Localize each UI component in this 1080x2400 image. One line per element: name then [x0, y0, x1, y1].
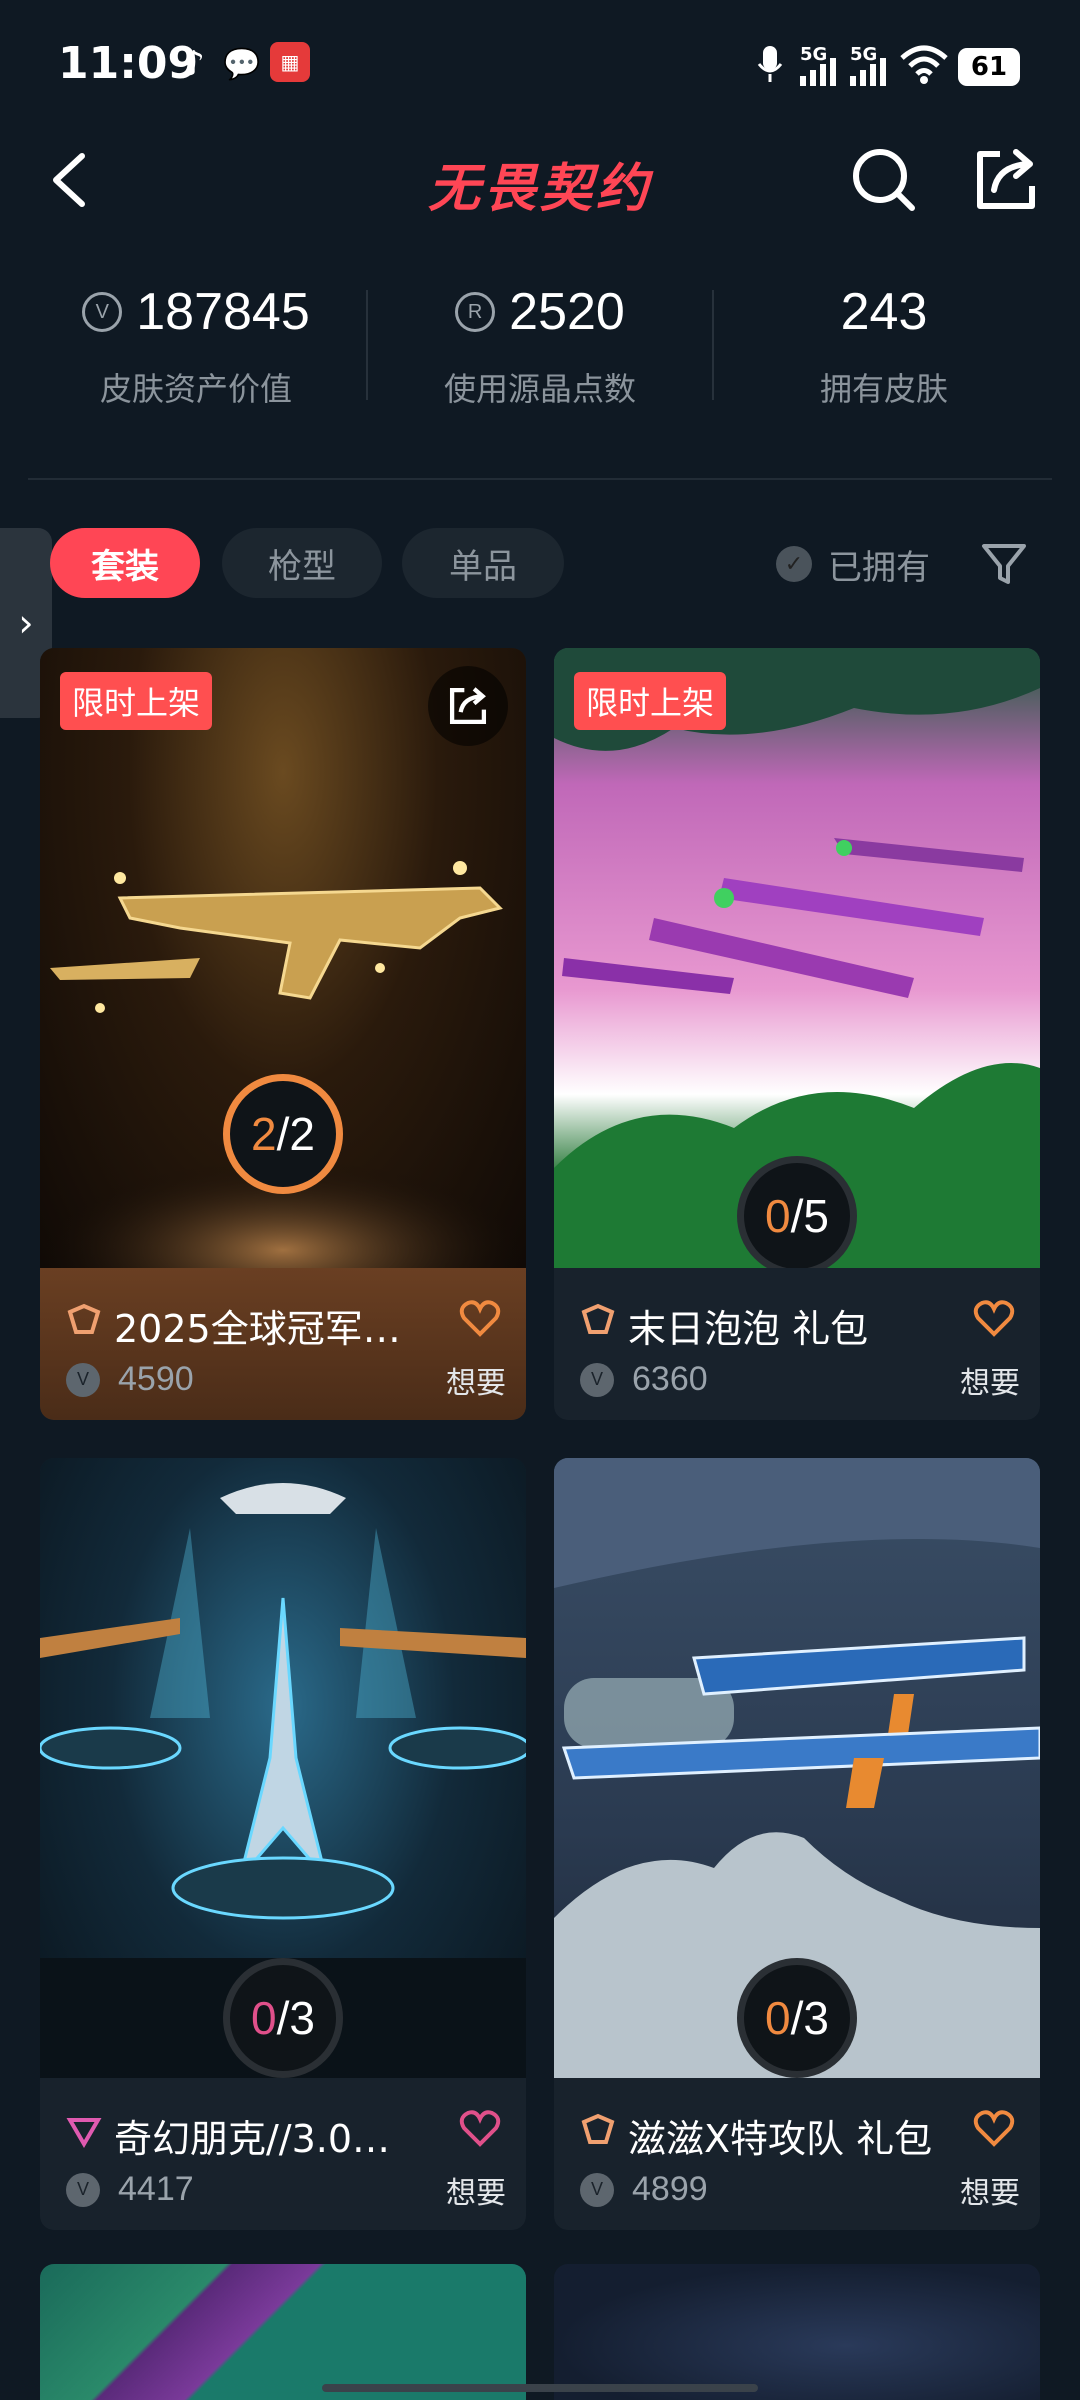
- owned-count: 0: [765, 1992, 791, 2044]
- vp-coin-icon: V: [580, 1362, 614, 1397]
- card-info: 滋滋X特攻队 礼包 V 4899 想要: [554, 2078, 1040, 2230]
- bundle-card[interactable]: 限时上架 0/5 末日泡泡 礼包 V 6360 想要: [554, 648, 1040, 1420]
- share-icon: [449, 687, 487, 725]
- bundle-card-partial[interactable]: [40, 2264, 526, 2400]
- signal-strength-icon-2: [850, 58, 886, 86]
- owned-count: 2: [251, 1108, 277, 1160]
- bundle-price: 4590: [118, 1360, 194, 1398]
- limited-time-tag: 限时上架: [60, 672, 213, 730]
- stat-asset-value: V 187845 皮肤资产价值: [26, 282, 366, 410]
- search-icon: [853, 149, 915, 211]
- tiktok-icon: ♪: [183, 44, 205, 84]
- stat-owned-skins: 243 拥有皮肤: [714, 282, 1054, 410]
- collection-progress: 0/5: [737, 1156, 857, 1268]
- want-label[interactable]: 想要: [446, 2168, 506, 2212]
- vp-coin-icon: V: [66, 1362, 100, 1397]
- bundle-name: 滋滋X特攻队 礼包: [628, 2117, 933, 2161]
- collection-count: 0/5: [765, 1190, 829, 1242]
- wifi-icon: [900, 44, 948, 88]
- tier-icon: [66, 2118, 102, 2148]
- stat-label: 皮肤资产价值: [99, 370, 292, 408]
- heart-icon[interactable]: [972, 1296, 1016, 1340]
- stat-value: 187845: [136, 283, 310, 341]
- vp-coin-icon: V: [580, 2172, 614, 2207]
- tier-icon: [581, 2113, 615, 2144]
- card-info: 2025全球冠军… V 4590 想要: [40, 1268, 526, 1420]
- wechat-icon: 💬: [223, 46, 261, 82]
- stat-value: 243: [840, 283, 928, 341]
- share-button[interactable]: [970, 144, 1042, 216]
- app-notification-icon: ▦: [270, 42, 310, 82]
- want-label[interactable]: 想要: [446, 1358, 506, 1402]
- stat-label: 拥有皮肤: [819, 370, 948, 408]
- signal-strength-icon: [800, 58, 836, 86]
- want-label[interactable]: 想要: [960, 2168, 1020, 2212]
- owned-toggle[interactable]: ✓ 已拥有: [776, 532, 930, 596]
- bundle-card[interactable]: 0/3 奇幻朋克//3.0… V 4417 想要: [40, 1458, 526, 2230]
- heart-icon[interactable]: [458, 2106, 502, 2150]
- bundle-image: 限时上架 0/5: [554, 648, 1040, 1268]
- bundle-name: 2025全球冠军…: [114, 1307, 401, 1351]
- bundle-image: 0/3: [554, 1458, 1040, 2078]
- chevron-right-icon: ›: [18, 601, 34, 645]
- owned-count: 0: [251, 1992, 277, 2044]
- heart-icon[interactable]: [972, 2106, 1016, 2150]
- limited-time-tag: 限时上架: [574, 672, 727, 730]
- home-indicator[interactable]: [322, 2384, 758, 2392]
- price-row: V 6360: [580, 1360, 708, 1399]
- card-share-button[interactable]: [428, 666, 508, 746]
- collection-progress: 2/2: [223, 1074, 343, 1194]
- total-count: 2: [289, 1108, 315, 1160]
- bundle-name: 奇幻朋克//3.0…: [114, 2117, 391, 2161]
- price-row: V 4899: [580, 2170, 708, 2209]
- battery-indicator: 61: [958, 48, 1020, 86]
- bundle-card[interactable]: 0/3 滋滋X特攻队 礼包 V 4899 想要: [554, 1458, 1040, 2230]
- collection-progress: 0/3: [737, 1958, 857, 2078]
- total-count: 5: [803, 1190, 829, 1242]
- tab-sets[interactable]: 套装: [50, 528, 200, 598]
- collection-count: 0/3: [765, 1992, 829, 2044]
- status-bar: 11:09 ♪ 💬 ▦ 5G 5G 61: [0, 0, 1080, 130]
- share-icon: [977, 149, 1035, 209]
- owned-count: 0: [765, 1190, 791, 1242]
- collection-count: 2/2: [251, 1108, 315, 1160]
- stat-radianite: R 2520 使用源晶点数: [370, 282, 710, 410]
- vp-coin-icon: V: [82, 292, 123, 332]
- total-count: 3: [803, 1992, 829, 2044]
- filter-button[interactable]: [976, 532, 1032, 596]
- total-count: 3: [289, 1992, 315, 2044]
- radianite-coin-icon: R: [455, 292, 496, 332]
- vp-coin-icon: V: [66, 2172, 100, 2207]
- tab-single-items[interactable]: 单品: [402, 528, 564, 598]
- bundle-image: 限时上架 2/2: [40, 648, 526, 1268]
- divider: [366, 290, 368, 400]
- bundle-card-partial[interactable]: [554, 2264, 1040, 2400]
- heart-icon[interactable]: [458, 1296, 502, 1340]
- tier-icon: [67, 1303, 101, 1334]
- bundle-name: 末日泡泡 礼包: [628, 1307, 869, 1351]
- microphone-icon: [752, 42, 788, 86]
- collection-progress: 0/3: [223, 1958, 343, 2078]
- bundle-price: 4417: [118, 2170, 194, 2208]
- filter-icon: [982, 544, 1026, 584]
- card-info: 末日泡泡 礼包 V 6360 想要: [554, 1268, 1040, 1420]
- stat-value: 2520: [509, 283, 625, 341]
- section-divider: [28, 478, 1052, 480]
- owned-label: 已拥有: [828, 547, 930, 588]
- bundle-image: 0/3: [40, 1458, 526, 2078]
- want-label[interactable]: 想要: [960, 1358, 1020, 1402]
- price-row: V 4590: [66, 1360, 194, 1399]
- bundle-price: 4899: [632, 2170, 708, 2208]
- card-info: 奇幻朋克//3.0… V 4417 想要: [40, 2078, 526, 2230]
- tab-weapon-type[interactable]: 枪型: [222, 528, 382, 598]
- bundle-card[interactable]: 限时上架 2/2 2025全球冠军… V 4590 想要: [40, 648, 526, 1420]
- collection-count: 0/3: [251, 1992, 315, 2044]
- stat-label: 使用源晶点数: [443, 370, 636, 408]
- checkbox-icon: ✓: [776, 546, 812, 582]
- bundle-price: 6360: [632, 1360, 708, 1398]
- tier-icon: [581, 1303, 615, 1334]
- search-button[interactable]: [848, 144, 920, 216]
- price-row: V 4417: [66, 2170, 194, 2209]
